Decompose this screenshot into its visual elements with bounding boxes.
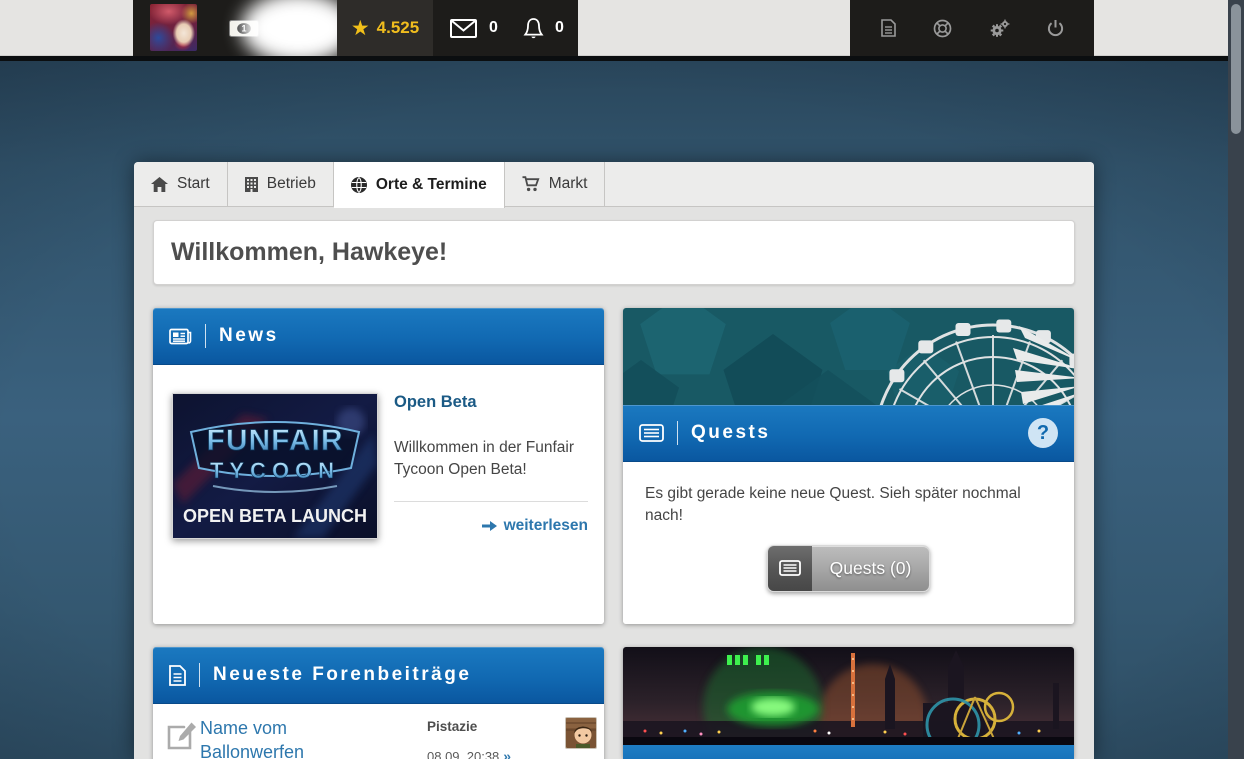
forum-post-title[interactable]: Name vom Ballonwerfen (200, 716, 335, 759)
funfair-night-photo (623, 647, 1074, 745)
arrow-right-icon (482, 520, 497, 532)
quests-panel-header: Quests ? (623, 405, 1074, 462)
read-more-label: weiterlesen (504, 517, 588, 535)
forum-panel-title: Neueste Forenbeiträge (213, 664, 471, 686)
svg-text:FUNFAIR: FUNFAIR (207, 424, 344, 457)
forum-post-row[interactable]: Name vom Ballonwerfen Pistazie 08.09, 20… (153, 704, 604, 759)
quests-panel-title: Quests (691, 422, 770, 444)
quests-empty-text: Es gibt gerade keine neue Quest. Sieh sp… (645, 483, 1052, 528)
divider (394, 501, 588, 502)
forum-panel: Neueste Forenbeiträge Name vo (153, 647, 604, 759)
forum-post-date: 08.09, 20:38 » (427, 748, 511, 759)
quests-button-icon (768, 546, 812, 591)
left-column: News (153, 308, 604, 759)
news-panel-header: News (153, 308, 604, 365)
header-bottom-edge (0, 56, 1228, 61)
next-panel-header-cut (623, 745, 1074, 759)
news-item-body: Willkommen in der Funfair Tycoon Open Be… (394, 437, 588, 482)
star-icon: ★ (351, 18, 370, 39)
forum-post-author: Pistazie (427, 719, 477, 734)
page-icon (169, 665, 186, 686)
tab-markt[interactable]: Markt (505, 162, 606, 206)
envelope-icon (450, 19, 477, 38)
read-more-link[interactable]: weiterlesen (394, 517, 588, 535)
forum-post-avatar[interactable] (565, 717, 597, 749)
cart-icon (522, 176, 540, 192)
scrollbar-thumb[interactable] (1231, 4, 1241, 134)
topbar: 1 ★ 4.525 0 0 (133, 0, 578, 56)
star-value: 4.525 (377, 18, 420, 38)
quests-panel: Quests ? Es gibt gerade keine neue Quest… (623, 308, 1074, 624)
right-column: Quests ? Es gibt gerade keine neue Quest… (623, 308, 1074, 759)
quests-button-label: Quests (0) (812, 546, 930, 591)
notifications-indicator[interactable]: 0 (523, 0, 564, 56)
bell-icon (523, 17, 544, 40)
header-separator (677, 421, 678, 445)
content-area: Willkommen, Hawkeye! (134, 207, 1094, 759)
globe-icon (351, 177, 367, 193)
funfair-photo-panel (623, 647, 1074, 759)
main-container: Start Betrieb (134, 162, 1094, 759)
tab-start[interactable]: Start (134, 162, 228, 206)
forum-panel-header: Neueste Forenbeiträge (153, 647, 604, 704)
header-separator (205, 324, 206, 348)
help-lifering-icon[interactable] (933, 19, 952, 38)
header-separator (199, 663, 200, 687)
home-icon (151, 177, 168, 192)
help-question-icon[interactable]: ? (1028, 418, 1058, 448)
tab-orte-termine[interactable]: Orte & Termine (334, 162, 505, 208)
svg-text:TYCOON: TYCOON (210, 458, 340, 483)
news-panel-title: News (219, 325, 279, 347)
tab-label: Markt (549, 175, 588, 193)
settings-gears-icon[interactable] (989, 19, 1010, 38)
news-image[interactable]: FUNFAIR TYCOON OPEN BETA LAUNCH (172, 393, 378, 539)
notifications-count: 0 (555, 19, 564, 37)
messages-count: 0 (489, 19, 498, 37)
tab-label: Orte & Termine (376, 176, 487, 194)
forum-post-date-text: 08.09, 20:38 (427, 749, 499, 759)
quests-banner-image (623, 308, 1074, 405)
quests-button[interactable]: Quests (0) (767, 545, 931, 592)
tab-label: Start (177, 175, 210, 193)
nav-tabs: Start Betrieb (134, 162, 1094, 207)
page: 1 ★ 4.525 0 0 (0, 0, 1244, 759)
quests-body: Es gibt gerade keine neue Quest. Sieh sp… (623, 462, 1074, 624)
edit-icon (165, 720, 198, 758)
newspaper-icon (169, 327, 192, 346)
star-currency[interactable]: ★ 4.525 (337, 0, 433, 56)
news-item-title[interactable]: Open Beta (394, 393, 588, 412)
scrollbar[interactable] (1228, 0, 1244, 759)
goto-post-icon[interactable]: » (503, 748, 511, 759)
news-body: FUNFAIR TYCOON OPEN BETA LAUNCH Open Bet… (153, 365, 604, 624)
list-card-icon (639, 424, 664, 442)
news-text-column: Open Beta Willkommen in der Funfair Tyco… (394, 393, 588, 624)
document-icon[interactable] (881, 19, 896, 37)
page-title: Willkommen, Hawkeye! (171, 238, 447, 267)
news-panel: News (153, 308, 604, 624)
forum-body: Name vom Ballonwerfen Pistazie 08.09, 20… (153, 704, 604, 759)
topbar-actions (850, 0, 1094, 56)
tab-label: Betrieb (267, 175, 316, 193)
svg-text:OPEN BETA LAUNCH: OPEN BETA LAUNCH (183, 506, 367, 526)
logout-power-icon[interactable] (1047, 19, 1064, 37)
building-icon (245, 177, 258, 192)
welcome-banner: Willkommen, Hawkeye! (153, 220, 1075, 285)
messages-indicator[interactable]: 0 (450, 0, 498, 56)
tab-betrieb[interactable]: Betrieb (228, 162, 334, 206)
avatar[interactable] (150, 4, 197, 51)
